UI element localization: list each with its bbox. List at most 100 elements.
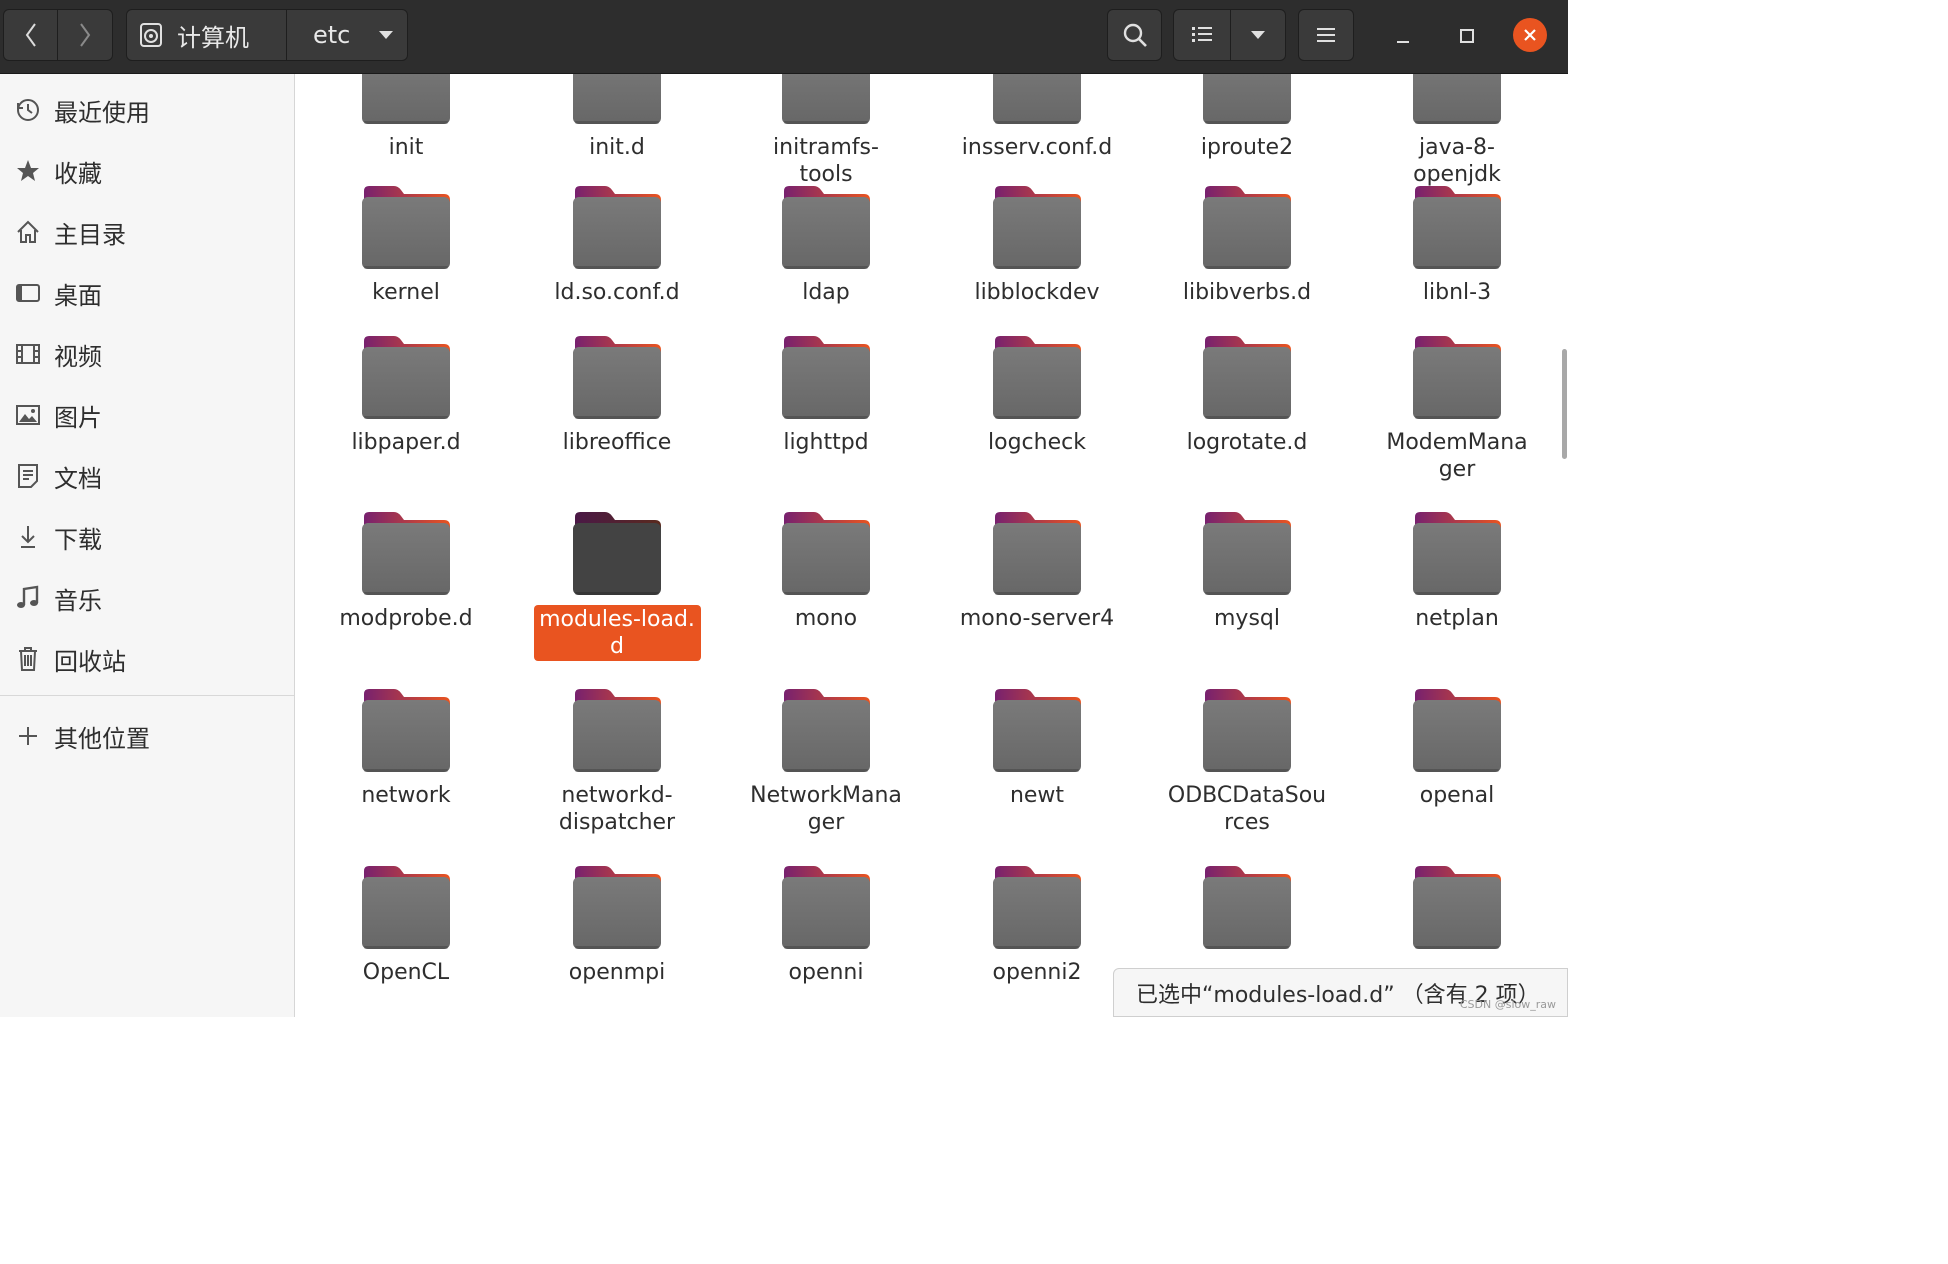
folder-item[interactable]: libreoffice [517, 335, 717, 456]
path-etc-button[interactable]: etc [286, 9, 408, 61]
folder-item[interactable]: libblockdev [937, 185, 1137, 306]
folder-icon [1203, 866, 1291, 949]
main-menu-button[interactable] [1298, 9, 1354, 61]
folder-item[interactable]: libpaper.d [306, 335, 506, 456]
folder-item[interactable]: ld.so.conf.d [517, 185, 717, 306]
hamburger-icon [1317, 28, 1335, 42]
folder-item[interactable]: java-8- openjdk [1357, 74, 1557, 188]
back-button[interactable] [3, 9, 58, 61]
folder-item[interactable]: ldap [726, 185, 926, 306]
sidebar-item-documents[interactable]: 文档 [0, 448, 294, 504]
sidebar-item-label: 收藏 [54, 159, 102, 188]
folder-icon [1413, 74, 1501, 124]
folder-item[interactable]: ODBCDataSou rces [1147, 688, 1347, 836]
sidebar-item-label: 视频 [54, 342, 102, 371]
sidebar-item-recent[interactable]: 最近使用 [0, 82, 294, 138]
sidebar-item-label: 图片 [54, 403, 102, 432]
close-button[interactable] [1513, 18, 1547, 52]
folder-icon [993, 336, 1081, 419]
sidebar-item-videos[interactable]: 视频 [0, 326, 294, 382]
folder-name: mysql [1214, 606, 1280, 631]
forward-button[interactable] [57, 9, 113, 61]
view-options-button[interactable] [1230, 9, 1286, 61]
sidebar-item-label: 其他位置 [54, 724, 150, 753]
folder-item[interactable]: openal [1357, 688, 1557, 809]
folder-icon [362, 74, 450, 124]
sidebar-item-music[interactable]: 音乐 [0, 570, 294, 626]
folder-icon [1203, 186, 1291, 269]
trash-icon [0, 646, 54, 672]
chevron-left-icon [25, 23, 36, 47]
sidebar-item-home[interactable]: 主目录 [0, 204, 294, 260]
folder-item[interactable] [1147, 865, 1347, 951]
folder-item[interactable]: lighttpd [726, 335, 926, 456]
path-computer-button[interactable]: 计算机 [126, 9, 287, 61]
folder-item[interactable]: insserv.conf.d [937, 74, 1137, 161]
folder-item[interactable]: init.d [517, 74, 717, 161]
folder-item[interactable]: openni [726, 865, 926, 986]
folder-item[interactable]: modprobe.d [306, 511, 506, 632]
folder-name: ModemMana ger [1386, 430, 1528, 482]
folder-icon [573, 336, 661, 419]
folder-item[interactable]: logcheck [937, 335, 1137, 456]
folder-item[interactable]: libibverbs.d [1147, 185, 1347, 306]
folder-name: init.d [589, 135, 645, 160]
star-icon [0, 158, 54, 184]
close-icon [1524, 29, 1536, 41]
folder-icon [782, 866, 870, 949]
folder-item[interactable]: initramfs-tools [726, 74, 926, 188]
folder-name: netplan [1415, 606, 1499, 631]
sidebar-item-downloads[interactable]: 下载 [0, 509, 294, 565]
sidebar-item-starred[interactable]: 收藏 [0, 143, 294, 199]
folder-item[interactable]: networkd-dispatcher [517, 688, 717, 836]
music-icon [0, 585, 54, 611]
folder-icon [1413, 512, 1501, 595]
folder-icon [1413, 186, 1501, 269]
sidebar-item-other-locations[interactable]: 其他位置 [0, 708, 294, 764]
folder-icon [362, 689, 450, 772]
minimize-button[interactable] [1385, 18, 1421, 54]
folder-item[interactable]: libnl-3 [1357, 185, 1557, 306]
folder-name: openni [788, 960, 864, 985]
folder-item[interactable]: ModemMana ger [1357, 335, 1557, 483]
folder-item[interactable]: kernel [306, 185, 506, 306]
vertical-scrollbar[interactable] [1562, 349, 1567, 459]
sidebar-item-trash[interactable]: 回收站 [0, 631, 294, 687]
view-toggle-button[interactable] [1173, 9, 1231, 61]
folder-item[interactable]: init [306, 74, 506, 161]
folder-icon [573, 689, 661, 772]
folder-item[interactable]: openni2 [937, 865, 1137, 986]
chevron-right-icon [80, 23, 91, 47]
folder-name: networkd-dispatcher [558, 783, 676, 835]
folder-item[interactable]: OpenCL [306, 865, 506, 986]
folder-item[interactable]: openmpi [517, 865, 717, 986]
folder-icon [993, 866, 1081, 949]
folder-icon [1413, 336, 1501, 419]
folder-item[interactable]: NetworkMana ger [726, 688, 926, 836]
folder-icon [1413, 689, 1501, 772]
dropdown-icon [1251, 31, 1265, 39]
folder-item[interactable]: mono [726, 511, 926, 632]
folder-item[interactable]: iproute2 [1147, 74, 1347, 161]
folder-item[interactable]: netplan [1357, 511, 1557, 632]
dropdown-icon [379, 31, 394, 39]
folder-name: openni2 [992, 960, 1082, 985]
maximize-button[interactable] [1449, 18, 1485, 54]
folder-item[interactable]: modules-load. d [517, 511, 717, 661]
sidebar-item-pictures[interactable]: 图片 [0, 387, 294, 443]
folder-item[interactable]: mysql [1147, 511, 1347, 632]
desktop-icon [0, 282, 54, 304]
download-icon [0, 524, 54, 550]
folder-item[interactable]: network [306, 688, 506, 809]
folder-item[interactable]: newt [937, 688, 1137, 809]
folder-name: init [388, 135, 424, 160]
search-button[interactable] [1107, 9, 1162, 61]
folder-name: libpaper.d [351, 430, 461, 455]
folder-icon [362, 866, 450, 949]
folder-item[interactable]: logrotate.d [1147, 335, 1347, 456]
sidebar-separator [0, 695, 294, 696]
sidebar-item-desktop[interactable]: 桌面 [0, 265, 294, 321]
folder-icon [782, 186, 870, 269]
folder-item[interactable]: mono-server4 [937, 511, 1137, 632]
folder-item[interactable] [1357, 865, 1557, 951]
